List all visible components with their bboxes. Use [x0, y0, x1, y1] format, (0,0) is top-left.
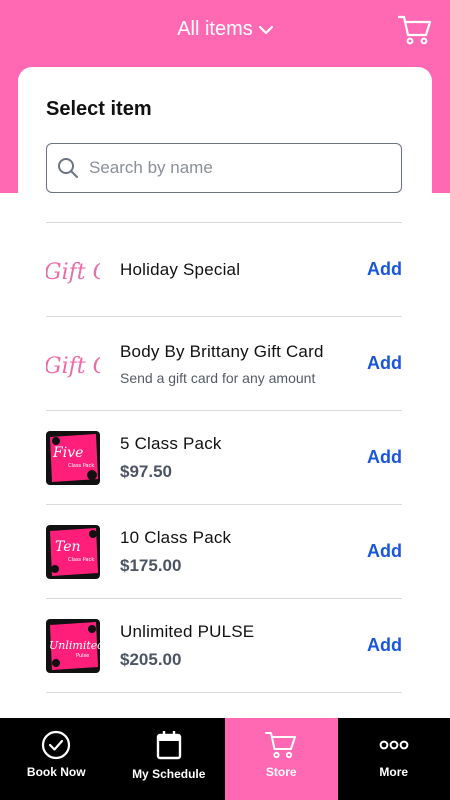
tab-label: Store — [265, 765, 297, 779]
item-name: Body By Brittany Gift Card — [120, 342, 324, 361]
item-price: $205.00 — [120, 650, 182, 669]
tab-my-schedule[interactable]: My Schedule — [113, 718, 226, 800]
svg-text:Gift Card: Gift Card — [46, 260, 100, 285]
gift-card-image: Gift Card — [46, 337, 100, 391]
app-header: All items — [0, 0, 450, 64]
list-item[interactable]: Gift Card Holiday Special Add — [46, 222, 402, 316]
list-item[interactable]: Gift Card Body By Brittany Gift Card Sen… — [46, 316, 402, 410]
svg-text:Class Pack: Class Pack — [68, 463, 94, 469]
five-class-pack-image: Five Class Pack — [46, 431, 100, 485]
calendar-icon — [156, 731, 181, 760]
add-button[interactable]: Add — [367, 635, 402, 656]
tab-book-now[interactable]: Book Now — [0, 718, 113, 800]
item-name: Unlimited PULSE — [120, 622, 255, 641]
svg-text:Five: Five — [52, 445, 83, 461]
svg-text:Class Pack: Class Pack — [68, 557, 94, 563]
svg-text:Gift Card: Gift Card — [46, 354, 100, 379]
list-item[interactable]: Unlimited Pulse Unlimited PULSE $205.00 … — [46, 598, 402, 692]
search-icon — [58, 158, 78, 178]
more-dots-icon — [379, 740, 409, 750]
svg-text:Unlimited: Unlimited — [49, 639, 100, 652]
svg-text:Pulse: Pulse — [76, 653, 89, 659]
tab-more[interactable]: More — [338, 718, 450, 800]
cart-icon[interactable] — [398, 14, 432, 46]
ten-class-pack-image: Ten Class Pack — [46, 525, 100, 579]
unlimited-pulse-image: Unlimited Pulse — [46, 619, 100, 673]
tab-label: More — [379, 765, 409, 779]
item-name: 10 Class Pack — [120, 528, 232, 547]
tab-label: Book Now — [26, 765, 86, 779]
cart-icon — [265, 732, 297, 759]
item-name: Holiday Special — [120, 260, 241, 279]
add-button[interactable]: Add — [367, 353, 402, 374]
search-input[interactable] — [89, 158, 379, 178]
bottom-tab-bar: Book Now My Schedule Store More — [0, 718, 450, 800]
add-button[interactable]: Add — [367, 541, 402, 562]
category-selector-label: All items — [177, 18, 253, 40]
item-description: Send a gift card for any amount — [120, 370, 316, 386]
check-circle-icon — [42, 730, 71, 760]
list-item[interactable]: Ten Class Pack 10 Class Pack $175.00 Add — [46, 504, 402, 598]
item-price: $175.00 — [120, 556, 182, 575]
add-button[interactable]: Add — [367, 259, 402, 280]
gift-card-image: Gift Card — [46, 243, 100, 297]
add-button[interactable]: Add — [367, 447, 402, 468]
chevron-down-icon — [258, 25, 273, 34]
item-price: $97.50 — [120, 462, 172, 481]
item-list: Gift Card Holiday Special Add Gift Card … — [46, 222, 402, 732]
category-selector[interactable]: All items — [0, 18, 450, 41]
item-name: 5 Class Pack — [120, 434, 222, 453]
list-item[interactable]: Five Class Pack 5 Class Pack $97.50 Add — [46, 410, 402, 504]
select-item-sheet: Select item Gift Card Holiday Special Ad… — [18, 67, 432, 727]
tab-store[interactable]: Store — [225, 718, 338, 800]
sheet-title: Select item — [46, 98, 152, 120]
search-field[interactable] — [46, 143, 402, 193]
tab-label: My Schedule — [132, 767, 206, 781]
svg-text:Ten: Ten — [55, 539, 81, 555]
